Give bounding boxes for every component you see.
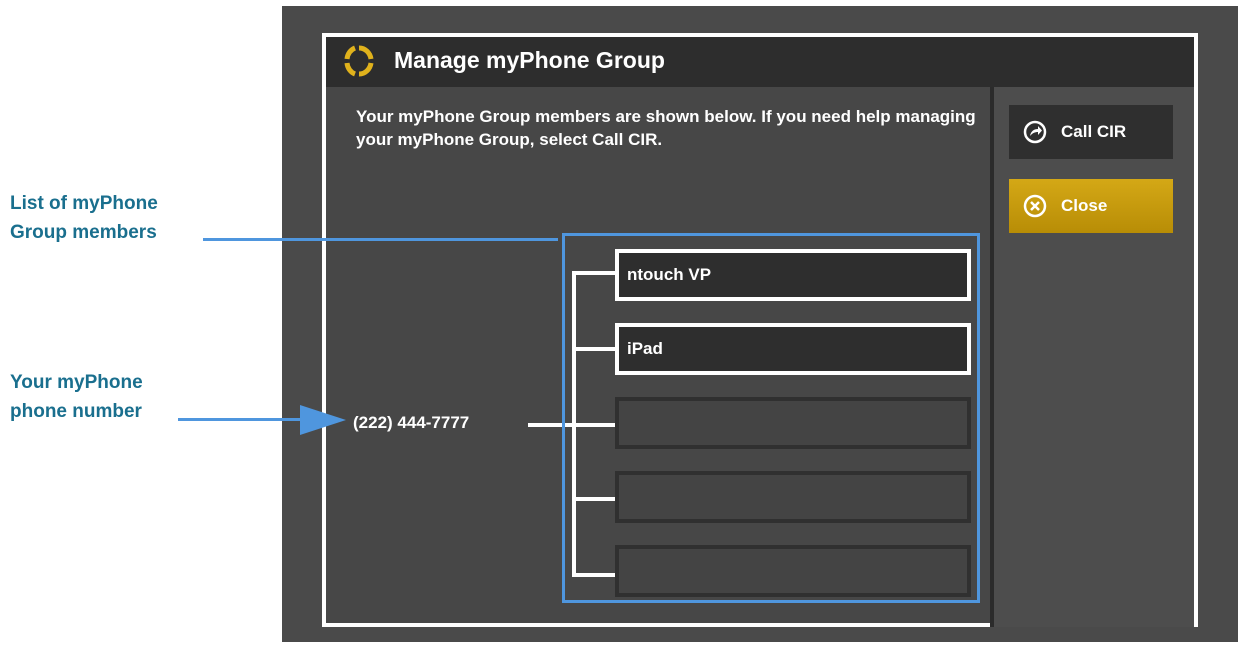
callout-member-list-line2: Group members: [10, 222, 157, 243]
close-label: Close: [1061, 196, 1108, 215]
manage-myphone-group-dialog: Manage myPhone Group Your myPhone Group …: [322, 33, 1198, 627]
dialog-message: Your myPhone Group members are shown bel…: [356, 107, 976, 149]
close-circle-icon: [1023, 194, 1047, 218]
call-cir-button[interactable]: Call CIR: [1009, 105, 1173, 159]
callout-member-list-line: [203, 238, 558, 241]
dialog-title: Manage myPhone Group: [394, 47, 665, 73]
dialog-titlebar: Manage myPhone Group: [326, 37, 1194, 87]
callout-member-list-line1: List of myPhone: [10, 193, 158, 214]
callout-phone-number: Your myPhone phone number: [10, 368, 143, 426]
call-cir-label: Call CIR: [1061, 122, 1127, 141]
member-list-highlight: [562, 233, 980, 603]
close-button[interactable]: Close: [1009, 179, 1173, 233]
callout-member-list: List of myPhone Group members: [10, 189, 158, 247]
myphone-ring-icon: [344, 45, 374, 77]
callout-phone-line2: phone number: [10, 401, 142, 422]
my-phone-number: (222) 444-7777: [353, 413, 470, 432]
call-arrow-icon: [1023, 120, 1047, 144]
callout-arrow-icon: [300, 405, 346, 435]
callout-phone-line: [178, 418, 304, 421]
action-pane: [994, 87, 1194, 627]
callout-phone-line1: Your myPhone: [10, 372, 143, 393]
